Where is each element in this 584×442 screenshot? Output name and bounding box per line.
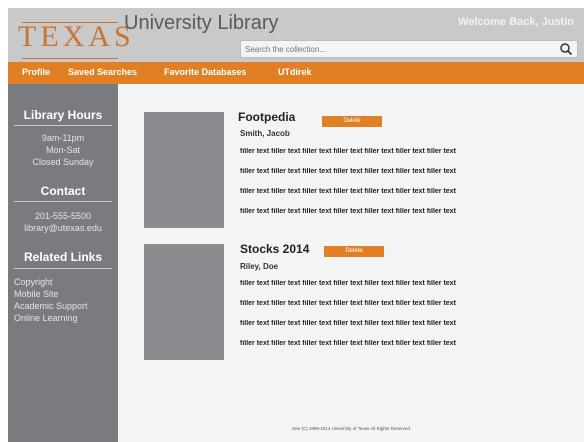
search-input[interactable] <box>245 42 545 56</box>
sidebar-divider <box>14 125 112 126</box>
logo-text: TEXAS <box>18 20 135 53</box>
delete-button[interactable]: Delete <box>322 116 382 127</box>
entry-author: Riley, Doe <box>240 262 279 271</box>
nav-item-profile[interactable]: Profile <box>22 67 50 77</box>
nav-item-favorite-databases[interactable]: Favorite Databases <box>164 67 247 77</box>
saved-items-panel: Footpedia Delete Smith, Jacob filler tex… <box>118 84 584 442</box>
sidebar: Library Hours 9am-11pm Mon-Sat Closed Su… <box>8 84 118 442</box>
entry-description-line: filler text filler text filler text fill… <box>240 340 456 347</box>
copyright-footer: See (C) 1999-2014 University of Texas Al… <box>292 426 410 431</box>
entry-description-line: filler text filler text filler text fill… <box>240 208 456 215</box>
nav-item-utdirect[interactable]: UTdirek <box>278 67 312 77</box>
entry-description-line: filler text filler text filler text fill… <box>240 168 456 175</box>
nav-item-saved-searches[interactable]: Saved Searches <box>68 67 137 77</box>
top-nav: Profile Saved Searches Favorite Database… <box>8 62 584 84</box>
hours-line: 9am-11pm <box>41 133 85 143</box>
entry-author: Smith, Jacob <box>240 129 290 138</box>
page-title: University Library <box>124 12 279 34</box>
sidebar-divider <box>14 201 112 202</box>
entry-description-line: filler text filler text filler text fill… <box>240 320 456 327</box>
welcome-message: Welcome Back, Justin <box>458 16 574 28</box>
related-links-heading: Related Links <box>23 250 103 264</box>
sidebar-divider <box>14 268 112 269</box>
entry-description-line: filler text filler text filler text fill… <box>240 280 456 287</box>
texas-logo[interactable]: TEXAS <box>18 20 135 62</box>
sidebar-link-online-learning[interactable]: Online Learning <box>14 312 78 324</box>
contact-heading: Contact <box>40 184 86 198</box>
entry-title[interactable]: Footpedia <box>238 110 295 124</box>
logo-rule-bottom <box>22 58 118 59</box>
book-cover-thumbnail[interactable] <box>144 112 224 228</box>
library-hours-heading: Library Hours <box>23 108 103 122</box>
book-cover-thumbnail[interactable] <box>144 244 224 360</box>
entry-description-line: filler text filler text filler text fill… <box>240 300 456 307</box>
hours-line: Closed Sunday <box>32 157 94 167</box>
search-icon[interactable] <box>559 42 573 56</box>
hours-line: Mon-Sat <box>45 145 80 155</box>
entry-title[interactable]: Stocks 2014 <box>240 242 309 256</box>
header: TEXAS University Library Welcome Back, J… <box>8 8 584 62</box>
contact-phone: 201-555-5500 <box>34 211 92 221</box>
sidebar-link-academic-support[interactable]: Academic Support <box>14 300 88 312</box>
delete-button[interactable]: Delete <box>324 246 384 257</box>
entry-description-line: filler text filler text filler text fill… <box>240 148 456 155</box>
sidebar-link-mobile-site[interactable]: Mobile Site <box>14 288 59 300</box>
contact-email[interactable]: library@utexas.edu <box>8 222 118 234</box>
sidebar-link-copyright[interactable]: Copyright <box>14 276 53 288</box>
entry-description-line: filler text filler text filler text fill… <box>240 188 456 195</box>
page-frame: TEXAS University Library Welcome Back, J… <box>0 0 584 442</box>
search-bar[interactable] <box>240 40 578 58</box>
